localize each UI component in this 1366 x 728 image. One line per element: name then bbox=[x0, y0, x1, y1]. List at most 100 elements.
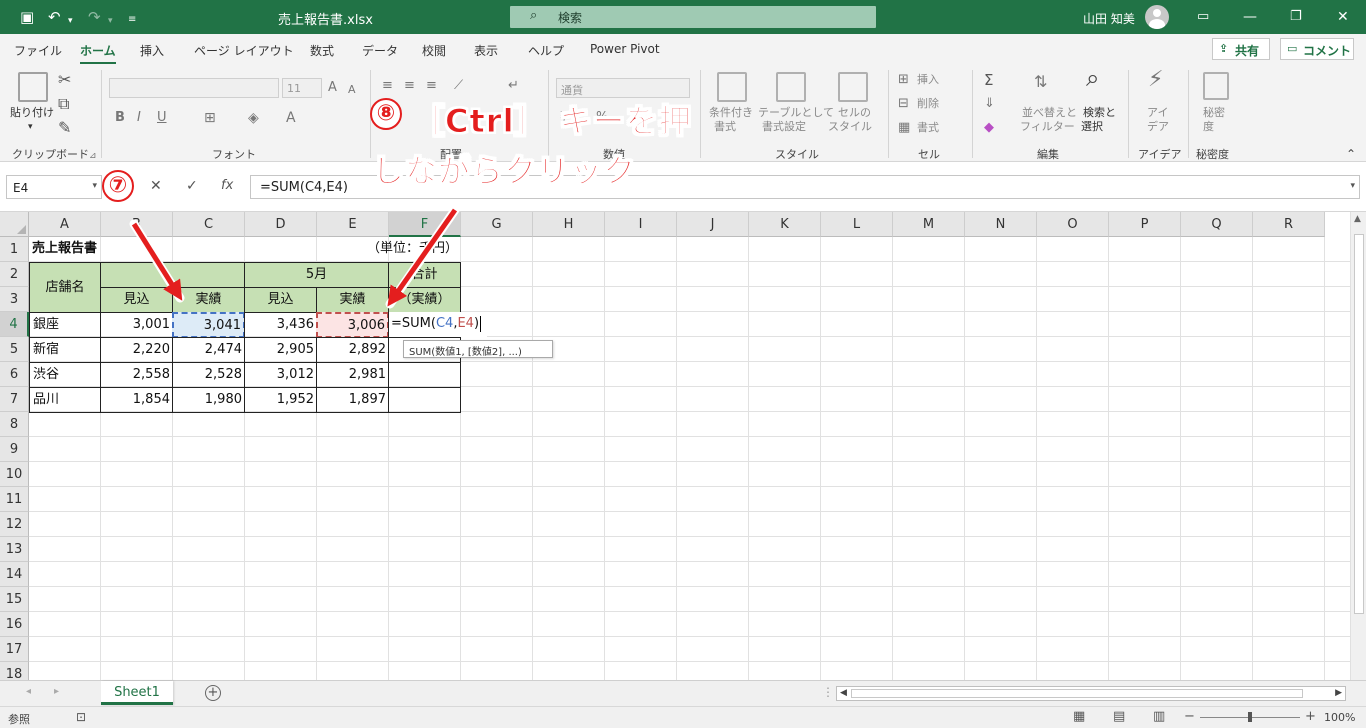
column-header-f[interactable]: F bbox=[389, 212, 461, 237]
horizontal-scroll-thumb[interactable] bbox=[851, 689, 1303, 698]
row-header-1[interactable]: 1 bbox=[0, 237, 29, 262]
column-header-d[interactable]: D bbox=[245, 212, 317, 237]
column-header-m[interactable]: M bbox=[893, 212, 965, 237]
conditional-format-label-2[interactable]: 書式 bbox=[714, 120, 736, 134]
minimize-icon[interactable]: — bbox=[1243, 8, 1257, 26]
value-cell[interactable]: 2,528 bbox=[172, 362, 245, 388]
user-name[interactable]: 山田 知美 bbox=[1083, 10, 1135, 27]
cancel-icon[interactable]: ✕ bbox=[150, 178, 162, 194]
sensitivity-label-1[interactable]: 秘密 bbox=[1203, 106, 1225, 120]
avatar[interactable] bbox=[1145, 5, 1169, 29]
name-box[interactable]: E4 ▾ bbox=[6, 175, 102, 199]
redo-icon[interactable]: ↷ bbox=[88, 8, 101, 26]
value-cell[interactable]: 3,436 bbox=[244, 312, 317, 338]
sort-filter-label-1[interactable]: 並べ替えと bbox=[1022, 106, 1077, 120]
tab-insert[interactable]: 挿入 bbox=[140, 42, 164, 59]
column-header-r[interactable]: R bbox=[1253, 212, 1325, 237]
delete-cells-icon[interactable]: ⊟ bbox=[898, 96, 909, 112]
autosum-icon[interactable]: Σ bbox=[984, 72, 993, 88]
save-icon[interactable]: ▣ bbox=[20, 8, 34, 26]
macro-record-icon[interactable]: ⊡ bbox=[76, 710, 86, 724]
add-sheet-icon[interactable]: + bbox=[205, 685, 221, 701]
tab-page-layout[interactable]: ページ レイアウト bbox=[194, 42, 294, 59]
row-header-3[interactable]: 3 bbox=[0, 287, 29, 312]
total-cell[interactable] bbox=[388, 362, 461, 388]
align-middle-icon[interactable]: ≡ bbox=[404, 78, 415, 94]
row-header-8[interactable]: 8 bbox=[0, 412, 29, 437]
unit-label[interactable]: （単位：千円） bbox=[317, 237, 460, 262]
zoom-slider[interactable] bbox=[1200, 712, 1300, 722]
value-cell[interactable]: 3,012 bbox=[244, 362, 317, 388]
vertical-scrollbar[interactable]: ▲ bbox=[1350, 212, 1366, 680]
sheet-tab-sheet1[interactable]: Sheet1 bbox=[101, 681, 173, 705]
column-header-p[interactable]: P bbox=[1109, 212, 1181, 237]
delete-cells-label[interactable]: 削除 bbox=[917, 97, 939, 111]
cell-styles-label-2[interactable]: スタイル bbox=[828, 120, 872, 134]
row-header-15[interactable]: 15 bbox=[0, 587, 29, 612]
scroll-up-icon[interactable]: ▲ bbox=[1354, 214, 1361, 224]
sensitivity-label-2[interactable]: 度 bbox=[1203, 120, 1214, 134]
align-bottom-icon[interactable]: ≡ bbox=[426, 78, 437, 94]
column-header-k[interactable]: K bbox=[749, 212, 821, 237]
shrink-font-icon[interactable]: A bbox=[348, 82, 356, 98]
store-name-cell[interactable]: 銀座 bbox=[29, 312, 101, 338]
fill-icon[interactable]: ⇓ bbox=[984, 96, 995, 112]
header-actual-5[interactable]: 実績 bbox=[316, 287, 389, 313]
chevron-down-icon[interactable]: ▾ bbox=[92, 181, 97, 191]
font-size-combo[interactable]: 11 bbox=[282, 78, 322, 98]
row-header-14[interactable]: 14 bbox=[0, 562, 29, 587]
format-as-table-label-1[interactable]: テーブルとして bbox=[758, 106, 834, 120]
tab-help[interactable]: ヘルプ bbox=[528, 42, 564, 59]
grow-font-icon[interactable]: A bbox=[328, 80, 337, 96]
value-cell[interactable]: 1,952 bbox=[244, 387, 317, 413]
share-button[interactable]: ⇪ 共有 bbox=[1212, 38, 1270, 60]
normal-view-icon[interactable]: ▦ bbox=[1073, 709, 1085, 724]
ideas-label-2[interactable]: デア bbox=[1147, 120, 1169, 134]
cell-styles-label-1[interactable]: セルの bbox=[838, 106, 871, 120]
close-icon[interactable]: ✕ bbox=[1337, 8, 1349, 26]
header-plan-5[interactable]: 見込 bbox=[244, 287, 317, 313]
column-header-e[interactable]: E bbox=[317, 212, 389, 237]
format-as-table-label-2[interactable]: 書式設定 bbox=[762, 120, 806, 134]
value-cell[interactable]: 3,001 bbox=[100, 312, 173, 338]
header-store[interactable]: 店舗名 bbox=[29, 262, 101, 313]
row-header-9[interactable]: 9 bbox=[0, 437, 29, 462]
header-month4[interactable] bbox=[100, 262, 245, 288]
row-header-7[interactable]: 7 bbox=[0, 387, 29, 412]
value-cell[interactable]: 2,558 bbox=[100, 362, 173, 388]
function-tooltip[interactable]: SUM(数値1, [数値2], ...) bbox=[403, 340, 553, 358]
row-header-13[interactable]: 13 bbox=[0, 537, 29, 562]
tab-review[interactable]: 校閲 bbox=[422, 42, 446, 59]
fill-color-icon[interactable]: ◈ bbox=[248, 110, 259, 126]
format-as-table-icon[interactable] bbox=[776, 72, 806, 102]
enter-icon[interactable]: ✓ bbox=[186, 178, 198, 194]
column-header-o[interactable]: O bbox=[1037, 212, 1109, 237]
editing-cell[interactable]: =SUM(C4,E4) bbox=[389, 312, 487, 337]
format-cells-label[interactable]: 書式 bbox=[917, 121, 939, 135]
sort-filter-label-2[interactable]: フィルター bbox=[1020, 120, 1075, 134]
number-format-combo[interactable]: 通貨 bbox=[556, 78, 690, 98]
scroll-left-icon[interactable]: ◀ bbox=[840, 688, 847, 698]
ideas-label-1[interactable]: アイ bbox=[1147, 106, 1168, 120]
row-header-18[interactable]: 18 bbox=[0, 662, 29, 680]
font-color-icon[interactable]: A bbox=[286, 110, 296, 126]
value-cell[interactable]: 2,905 bbox=[244, 337, 317, 363]
value-cell[interactable]: 1,897 bbox=[316, 387, 389, 413]
column-header-a[interactable]: A bbox=[29, 212, 101, 237]
undo-icon[interactable]: ↶ bbox=[48, 8, 61, 26]
scroll-right-icon[interactable]: ▶ bbox=[1335, 688, 1342, 698]
value-cell[interactable]: 3,006 bbox=[316, 312, 389, 338]
find-select-label-2[interactable]: 選択 bbox=[1081, 120, 1103, 134]
customize-icon[interactable]: ≡ bbox=[128, 11, 136, 29]
border-icon[interactable]: ⊞ bbox=[204, 110, 216, 126]
tab-split-handle-icon[interactable]: ⋮ bbox=[822, 685, 834, 699]
zoom-in-icon[interactable]: + bbox=[1305, 709, 1316, 724]
format-painter-icon[interactable]: ✎ bbox=[58, 120, 71, 136]
underline-icon[interactable]: U bbox=[157, 110, 167, 126]
value-cell[interactable]: 1,980 bbox=[172, 387, 245, 413]
collapse-ribbon-icon[interactable]: ⌃ bbox=[1346, 146, 1356, 162]
column-header-h[interactable]: H bbox=[533, 212, 605, 237]
header-total-actual[interactable]: （実績） bbox=[388, 287, 461, 313]
search-box[interactable]: ⌕ 検索 bbox=[510, 6, 876, 28]
copy-icon[interactable]: ⧉ bbox=[58, 96, 69, 112]
